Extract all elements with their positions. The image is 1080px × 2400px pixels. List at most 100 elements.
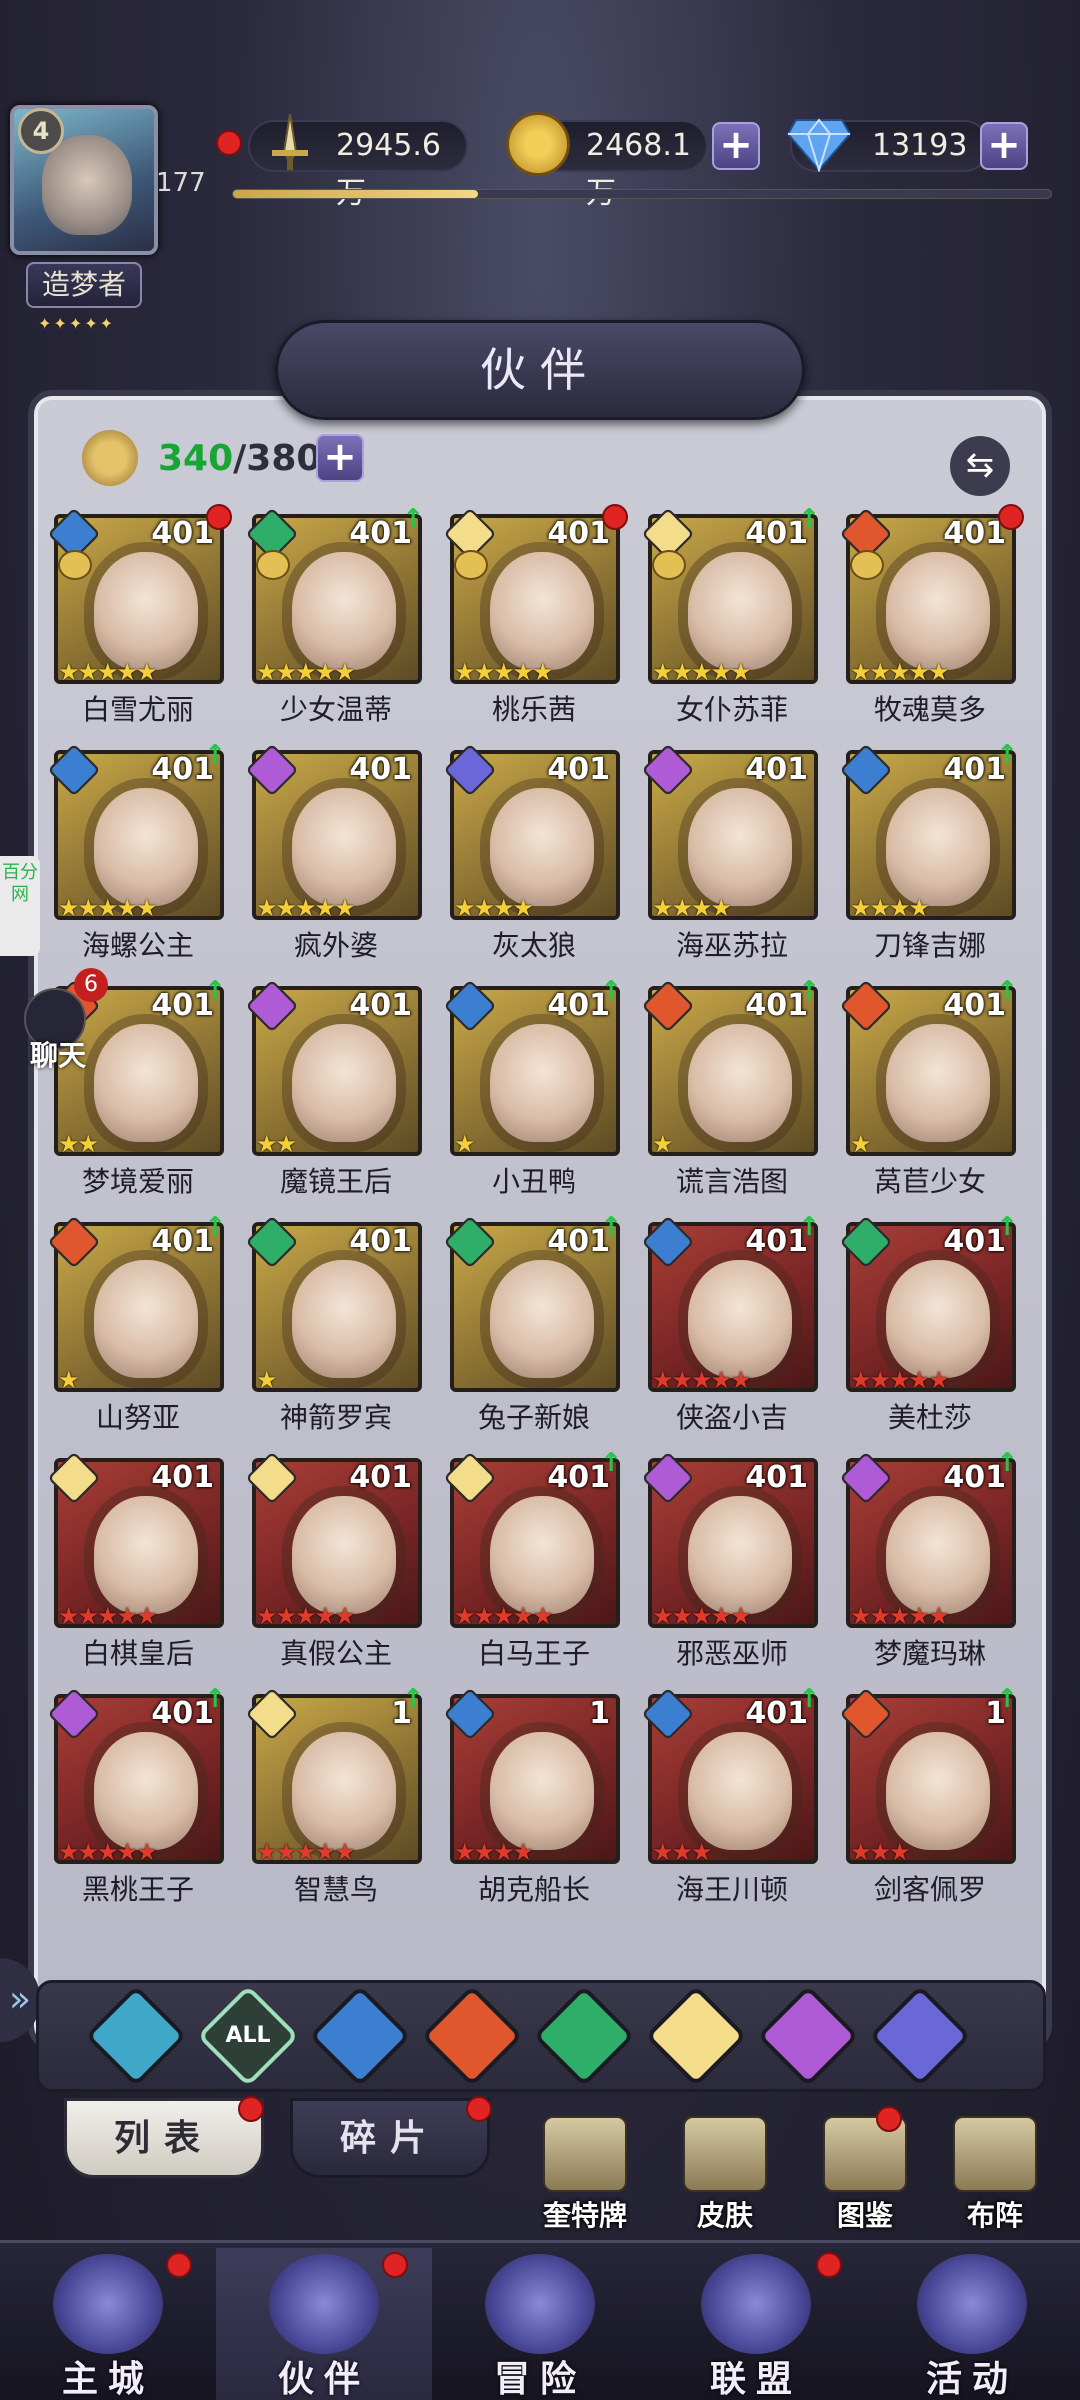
star-rating: ★★★★★: [58, 658, 158, 686]
tab-list[interactable]: 列表: [64, 2098, 264, 2178]
companion-name: 牧魂莫多: [873, 693, 986, 726]
companion-face: [292, 1260, 396, 1378]
companion-card[interactable]: 401 ↑ ★ 小丑鸭: [443, 976, 622, 1198]
companion-card[interactable]: 401 ★★★★★ 白雪尤丽: [47, 504, 232, 726]
star-rating: ★★★★★: [454, 658, 554, 686]
companion-face: [490, 1024, 594, 1142]
companion-card[interactable]: 401 ★★★★★ 邪恶巫师: [641, 1451, 820, 1670]
companion-card[interactable]: 401 ↑ ★★★★★ 白马王子: [443, 1448, 622, 1670]
nav-main-city-dot: [166, 2252, 192, 2278]
companion-name: 胡克船长: [477, 1873, 590, 1906]
companion-card[interactable]: 401 ↑ ★★★★★ 黑桃王子: [47, 1684, 226, 1906]
sort-toggle-button[interactable]: ⇆: [950, 436, 1010, 496]
upgrade-arrow-icon: ↑: [402, 1684, 424, 1714]
companion-card[interactable]: 401 ↑ ★ 谎言浩图: [641, 976, 820, 1198]
card-deck-button[interactable]: 奎特牌: [530, 2116, 640, 2236]
companion-face: [292, 1732, 396, 1850]
companion-name: 小丑鸭: [491, 1165, 576, 1198]
companion-card[interactable]: 1 ↑ ★★★ 剑客佩罗: [839, 1684, 1018, 1906]
nav-events[interactable]: 活动: [864, 2248, 1080, 2400]
companion-level: 401: [547, 516, 610, 551]
companion-card[interactable]: 401 ★★★★ 灰太狼: [443, 743, 622, 962]
companion-face: [490, 1260, 594, 1378]
companion-name: 海螺公主: [81, 929, 194, 962]
star-rating: ★★★: [850, 1838, 911, 1866]
companion-card[interactable]: 401 ★★ 魔镜王后: [245, 979, 424, 1198]
companion-card[interactable]: 401 ↑ ★★★★★ 海螺公主: [47, 740, 226, 962]
companion-name: 女仆苏菲: [675, 693, 788, 726]
add-diamond-button[interactable]: +: [980, 122, 1028, 170]
nav-adventure[interactable]: 冒险: [432, 2248, 648, 2400]
side-tab[interactable]: 百分网: [0, 856, 40, 956]
companion-level: 401: [943, 516, 1006, 551]
star-rating: ★★★★★: [58, 1602, 158, 1630]
companion-name: 黑桃王子: [81, 1873, 194, 1906]
companion-name: 白雪尤丽: [81, 693, 194, 726]
star-rating: ★★★★★: [256, 1838, 356, 1866]
nav-label: 冒险: [493, 2359, 586, 2400]
codex-label: 图鉴: [836, 2199, 893, 2232]
star-rating: ★★★★★: [256, 1602, 356, 1630]
codex-button[interactable]: 图鉴: [810, 2116, 920, 2236]
star-rating: ★★★★: [652, 894, 732, 922]
companion-card[interactable]: 401 ↑ ★★★★★ 梦魔玛琳: [839, 1448, 1018, 1670]
companion-card[interactable]: 401 ★★★★★ 桃乐茜: [443, 504, 628, 726]
companion-card[interactable]: 401 ↑ ★★★★★ 少女温蒂: [245, 504, 424, 726]
crown-icon: [454, 550, 488, 580]
companion-face: [688, 1260, 792, 1378]
companion-card[interactable]: 401 ↑ ★★★★★ 侠盗小吉: [641, 1212, 820, 1434]
companion-card[interactable]: 401 ★★★★★ 真假公主: [245, 1451, 424, 1670]
skins-icon: [683, 2116, 767, 2192]
star-rating: ★★★★★: [454, 1602, 554, 1630]
companion-card[interactable]: 401 ↑ ★★★★★ 美杜莎: [839, 1212, 1018, 1434]
upgrade-arrow-icon: ↑: [204, 1212, 226, 1242]
upgrade-arrow-icon: ↑: [996, 1684, 1018, 1714]
skins-label: 皮肤: [696, 2199, 753, 2232]
companion-card[interactable]: 401 ↑ ★★★ 海王川顿: [641, 1684, 820, 1906]
upgrade-arrow-icon: ↑: [996, 740, 1018, 770]
companion-face: [886, 552, 990, 670]
companion-face: [490, 1496, 594, 1614]
companion-card[interactable]: 401 ↑ 兔子新娘: [443, 1212, 622, 1434]
companion-level: 401: [745, 752, 808, 787]
companion-name: 神箭罗宾: [279, 1401, 392, 1434]
companion-level: 401: [349, 752, 412, 787]
upgrade-arrow-icon: ↑: [996, 976, 1018, 1006]
companion-face: [688, 1024, 792, 1142]
upgrade-arrow-icon: ↑: [204, 1684, 226, 1714]
player-level-badge: 4: [18, 108, 64, 154]
upgrade-arrow-icon: ↑: [798, 504, 820, 534]
companion-card[interactable]: 401 ↑ ★★★★★ 女仆苏菲: [641, 504, 820, 726]
companion-card[interactable]: 401 ★★★★ 海巫苏拉: [641, 743, 820, 962]
star-rating: ★★★★★: [58, 1838, 158, 1866]
chat-label: 聊天: [30, 1039, 87, 1072]
expand-capacity-button[interactable]: +: [316, 434, 364, 482]
companion-card[interactable]: 401 ↑ ★ 山努亚: [47, 1212, 226, 1434]
crown-icon: [58, 550, 92, 580]
chat-button[interactable]: 6 聊天: [24, 968, 108, 1072]
companion-face: [292, 1496, 396, 1614]
companion-face: [490, 1732, 594, 1850]
star-rating: ★★★★★: [850, 1366, 950, 1394]
companion-card[interactable]: 401 ★★★★★ 疯外婆: [245, 743, 424, 962]
star-rating: ★★★★★: [652, 658, 752, 686]
companion-card[interactable]: 401 ↑ ★★★★ 刀锋吉娜: [839, 740, 1018, 962]
chat-unread-badge: 6: [74, 968, 108, 1002]
companion-card[interactable]: 401 ★ 神箭罗宾: [245, 1215, 424, 1434]
companion-card[interactable]: 1 ↑ ★★★★★ 智慧鸟: [245, 1684, 424, 1906]
companion-name: 白马王子: [477, 1637, 590, 1670]
star-rating: ★: [256, 1366, 277, 1394]
card-deck-label: 奎特牌: [542, 2199, 627, 2232]
companion-card[interactable]: 1 ★★★★ 胡克船长: [443, 1687, 622, 1906]
companion-card[interactable]: 401 ★★★★★ 白棋皇后: [47, 1451, 226, 1670]
add-gold-button[interactable]: +: [712, 122, 760, 170]
companion-name: 智慧鸟: [293, 1873, 378, 1906]
upgrade-arrow-icon: ↑: [600, 976, 622, 1006]
skins-button[interactable]: 皮肤: [670, 2116, 780, 2236]
companion-name: 真假公主: [279, 1637, 392, 1670]
companion-name: 刀锋吉娜: [873, 929, 986, 962]
formation-button[interactable]: 布阵: [940, 2116, 1050, 2236]
tab-fragments[interactable]: 碎片: [290, 2098, 490, 2178]
companion-card[interactable]: 401 ★★★★★ 牧魂莫多: [839, 504, 1024, 726]
companion-card[interactable]: 401 ↑ ★ 莴苣少女: [839, 976, 1018, 1198]
